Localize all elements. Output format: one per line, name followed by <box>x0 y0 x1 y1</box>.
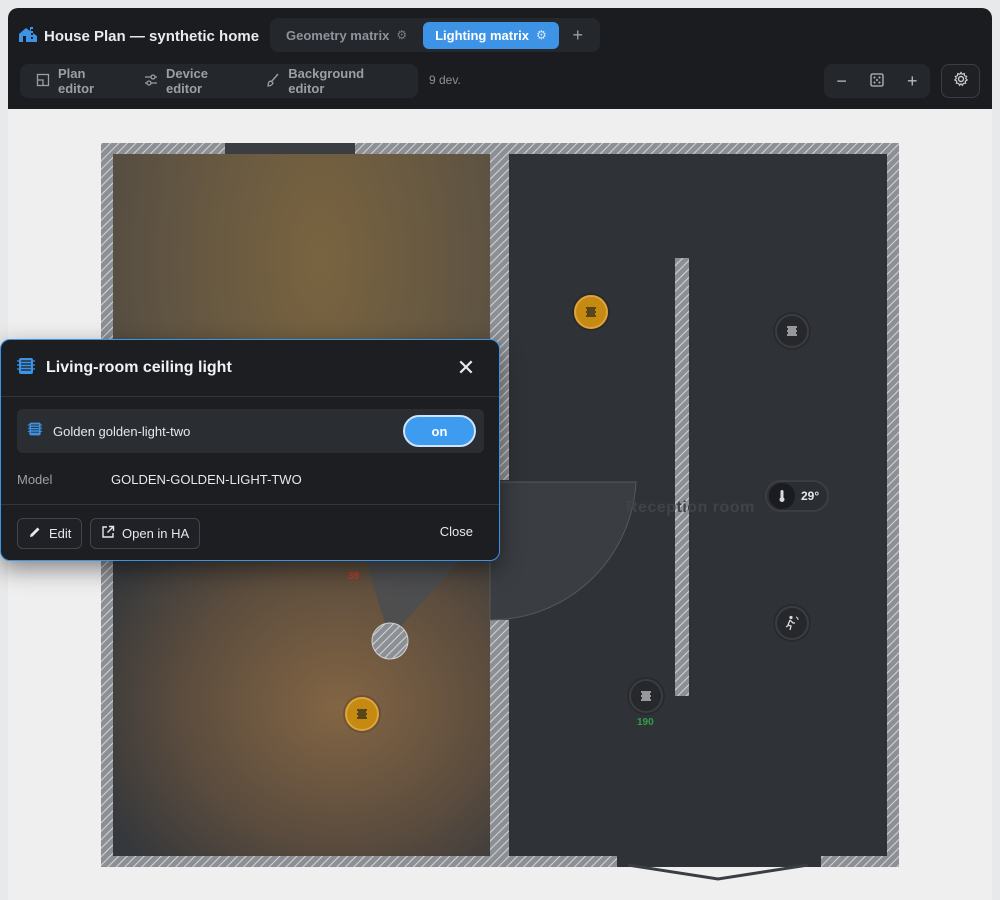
zoom-controls: − + <box>824 64 930 98</box>
device-editor-button[interactable]: Device editor <box>134 66 256 96</box>
entity-name: Golden golden-light-two <box>53 423 191 439</box>
light-device[interactable] <box>345 697 379 731</box>
device-editor-label: Device editor <box>166 66 208 96</box>
light-strip-icon <box>586 307 596 317</box>
app-title-text: House Plan — synthetic home <box>44 27 260 45</box>
model-value: GOLDEN-GOLDEN-LIGHT-TWO <box>111 472 302 487</box>
light-device[interactable] <box>629 679 663 713</box>
dialog-header: Living-room ceiling light ✕ <box>1 340 499 397</box>
sliders-icon <box>144 73 158 90</box>
open-in-ha-label: Open in HA <box>122 526 190 541</box>
gear-icon[interactable]: ⚙ <box>536 28 547 42</box>
app-title: House Plan — synthetic home <box>18 22 259 50</box>
model-label: Model <box>17 472 53 487</box>
top-bar: House Plan — synthetic home Geometry mat… <box>8 8 992 109</box>
temperature-value: 29° <box>801 489 820 503</box>
open-in-ha-button[interactable]: Open in HA <box>90 518 201 549</box>
entity-row: Golden golden-light-two on <box>17 409 484 453</box>
floor-plan-icon <box>36 73 50 90</box>
plan-editor-button[interactable]: Plan editor <box>26 66 134 96</box>
light-strip-icon <box>16 356 36 381</box>
tab-label: Geometry matrix <box>286 27 390 43</box>
close-icon[interactable]: ✕ <box>455 355 477 380</box>
external-link-icon <box>101 525 115 542</box>
tab-strip: Geometry matrix ⚙ Lighting matrix ⚙ + <box>270 18 600 52</box>
gear-icon <box>953 70 969 92</box>
background-editor-label: Background editor <box>288 66 365 96</box>
motion-icon <box>785 615 799 631</box>
light-strip-icon <box>787 326 797 336</box>
edit-label: Edit <box>49 526 72 541</box>
brush-icon <box>266 73 280 90</box>
tab-label: Lighting matrix <box>435 27 529 43</box>
add-tab-button[interactable]: + <box>563 22 593 49</box>
tab-geometry-matrix[interactable]: Geometry matrix ⚙ <box>274 22 419 49</box>
device-dialog: Living-room ceiling light ✕ Golden golde… <box>0 339 500 561</box>
gear-icon[interactable]: ⚙ <box>396 28 407 42</box>
pencil-icon <box>28 525 42 542</box>
temperature-sensor[interactable]: 29° <box>765 480 829 512</box>
settings-button[interactable] <box>941 64 980 98</box>
editor-toolbar: Plan editor Device editor Background edi… <box>20 64 418 98</box>
close-button[interactable]: Close <box>440 524 473 539</box>
light-strip-icon <box>641 691 651 701</box>
room-label: Reception room <box>626 499 755 516</box>
zoom-in-button[interactable]: + <box>897 66 927 96</box>
zoom-out-button[interactable]: − <box>827 66 857 96</box>
background-editor-button[interactable]: Background editor <box>256 66 412 96</box>
dialog-footer: Edit Open in HA Close <box>1 504 499 562</box>
light-strip-icon <box>27 421 43 442</box>
device-count: 9 dev. <box>429 73 461 87</box>
motion-sensor[interactable] <box>775 606 809 640</box>
dialog-title: Living-room ceiling light <box>46 359 232 376</box>
light-device[interactable] <box>775 314 809 348</box>
device-value-label: 39 <box>348 571 360 582</box>
tab-lighting-matrix[interactable]: Lighting matrix ⚙ <box>423 21 559 49</box>
thermometer-icon <box>769 483 795 509</box>
plan-editor-label: Plan editor <box>58 66 95 96</box>
light-strip-icon <box>357 709 367 719</box>
edit-button[interactable]: Edit <box>17 518 83 549</box>
zoom-fit-button[interactable] <box>862 66 892 96</box>
house-plan-icon <box>18 25 38 47</box>
device-value-label: 190 <box>637 717 654 728</box>
state-toggle[interactable]: on <box>403 415 476 447</box>
light-device[interactable] <box>574 295 608 329</box>
fit-view-icon <box>870 71 884 92</box>
